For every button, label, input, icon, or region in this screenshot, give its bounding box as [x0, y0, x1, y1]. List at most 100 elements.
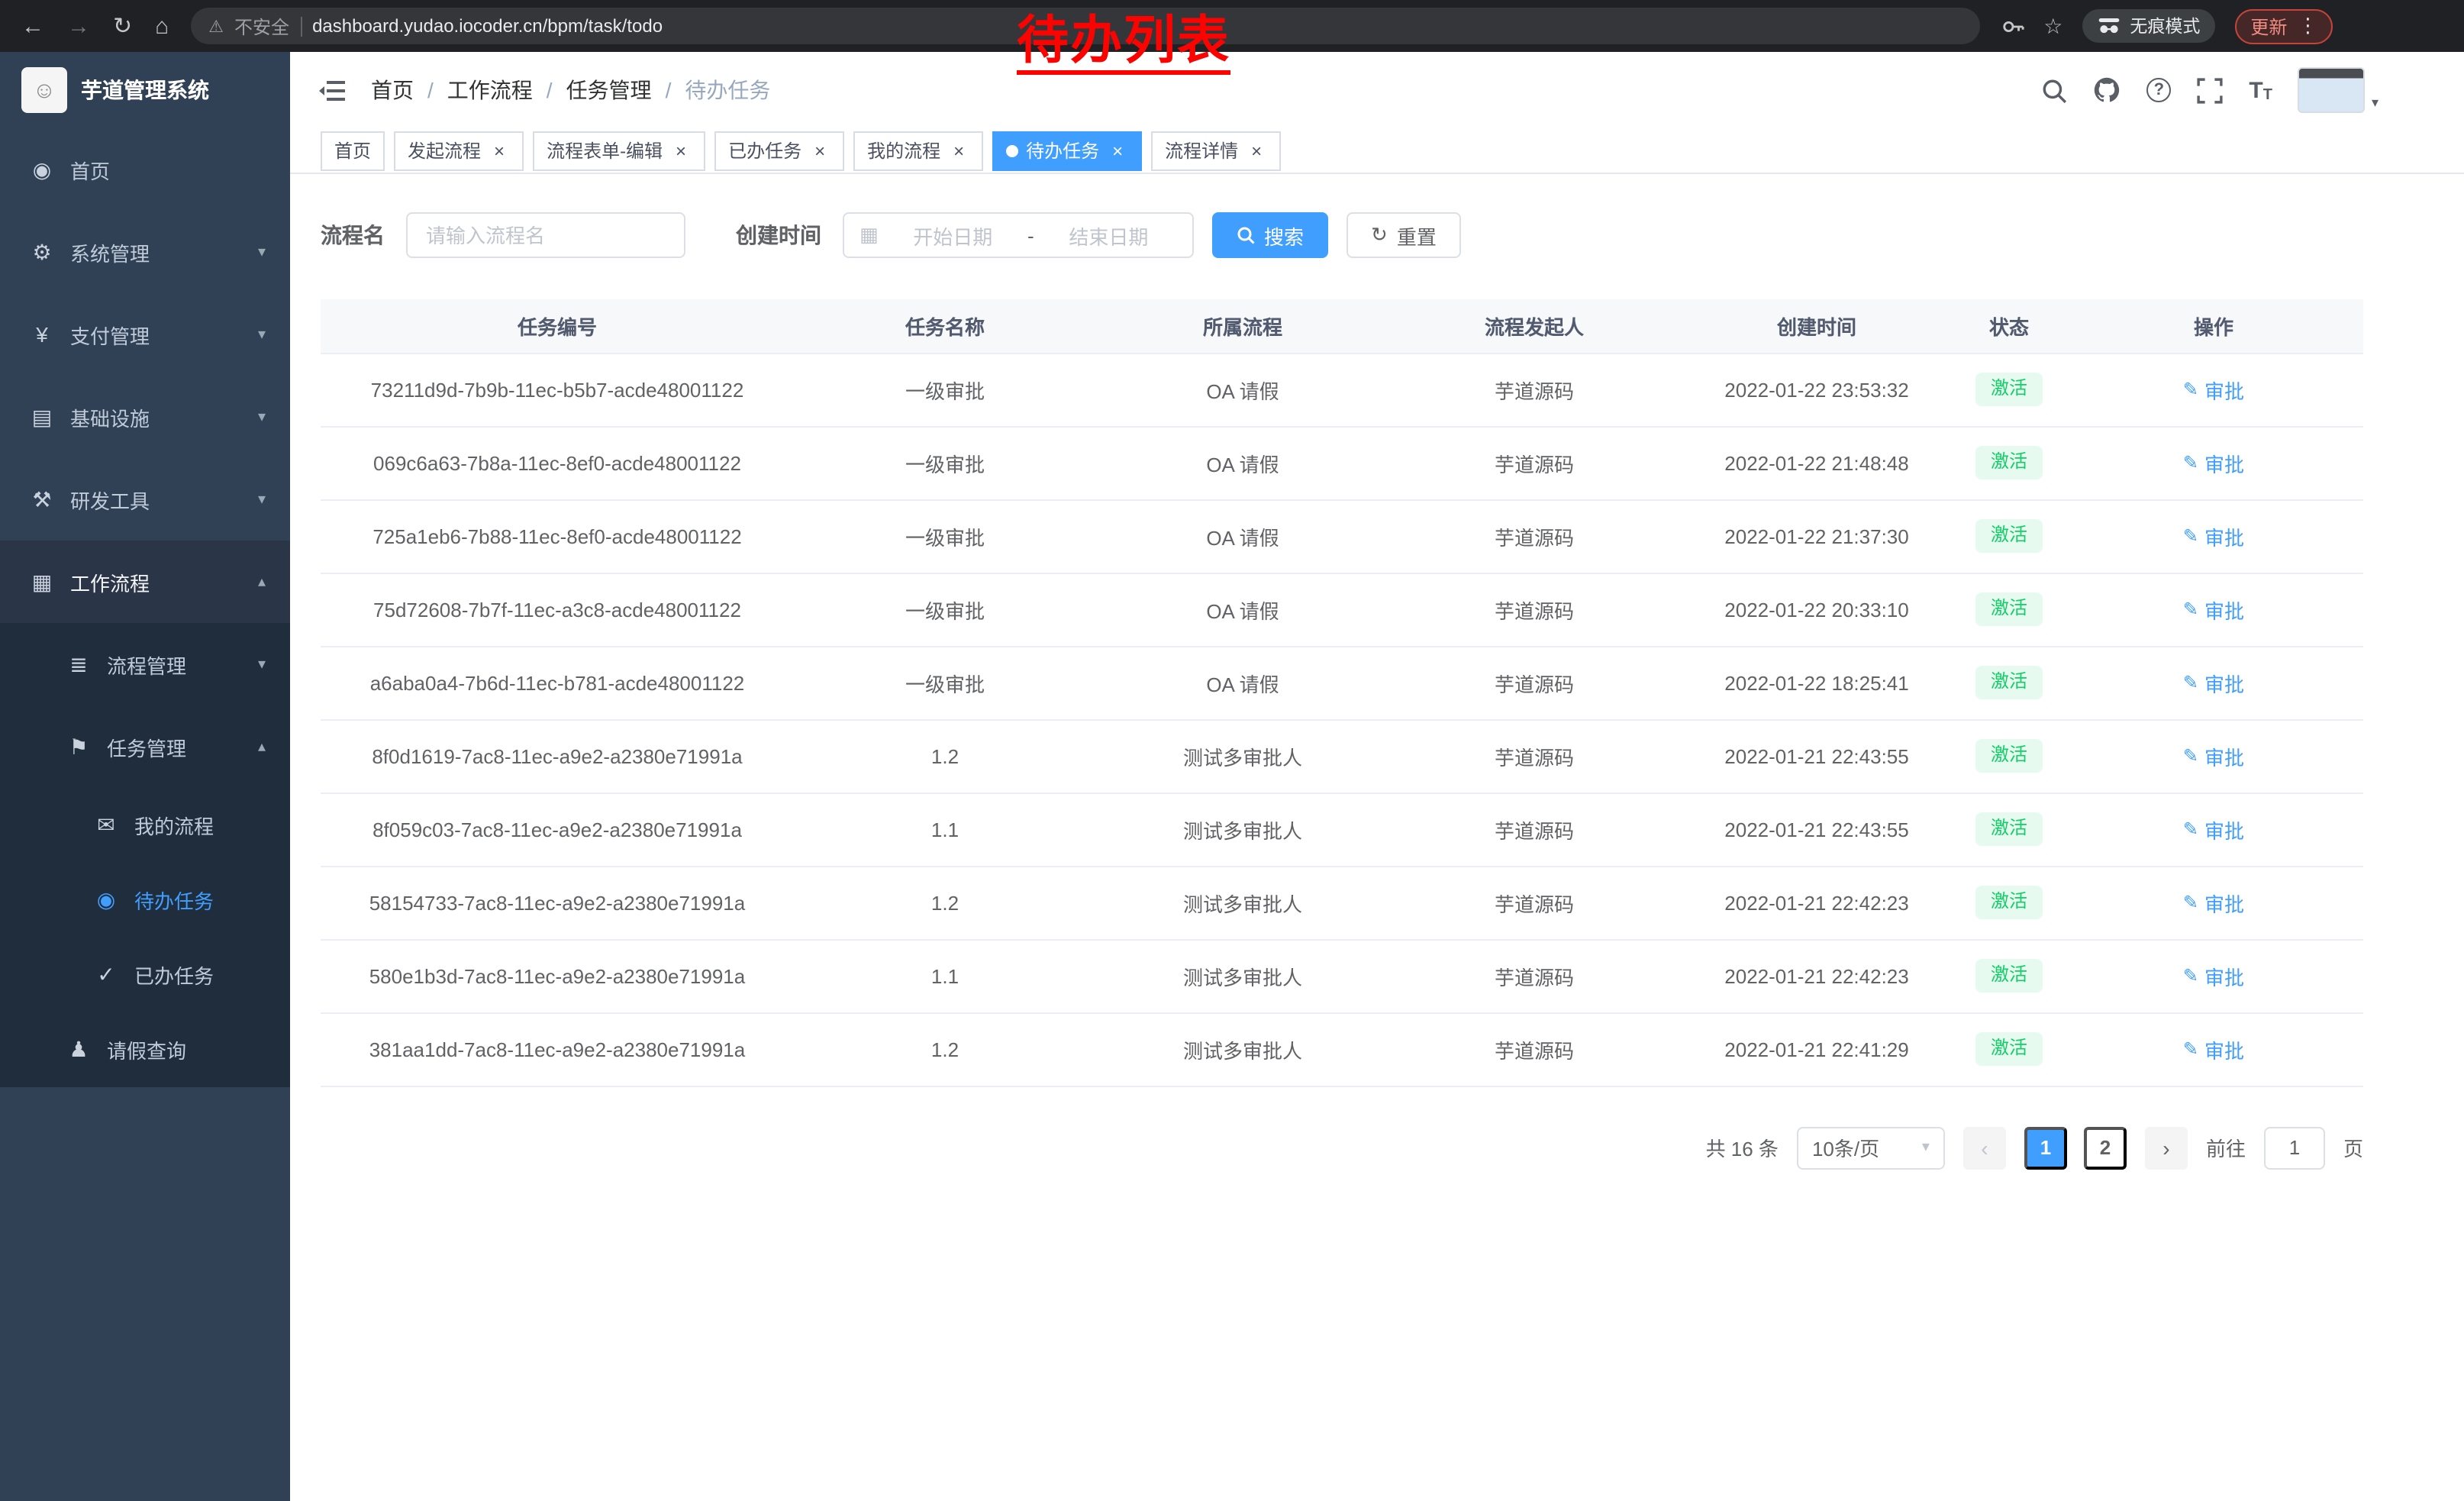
cell-task-id: a6aba0a4-7b6d-11ec-b781-acde48001122	[321, 646, 794, 719]
close-tab-icon[interactable]: ×	[489, 140, 510, 161]
github-icon[interactable]	[2093, 76, 2121, 104]
approve-link[interactable]: ✎审批	[2183, 521, 2244, 550]
sidebar-item-home[interactable]: ◉ 首页	[0, 128, 290, 211]
breadcrumb-item[interactable]: 任务管理	[566, 75, 652, 105]
bookmark-star-icon[interactable]: ☆	[2043, 13, 2062, 39]
update-button[interactable]: 更新 ⋮	[2235, 8, 2333, 44]
tab-1[interactable]: 发起流程×	[394, 131, 524, 170]
sidebar-item-label: 任务管理	[107, 732, 186, 761]
cell-task-name: 一级审批	[794, 426, 1096, 499]
tab-5[interactable]: 待办任务 ×	[992, 131, 1142, 170]
sidebar-item-todo-task[interactable]: ◉ 待办任务	[0, 863, 290, 938]
sidebar-fold-icon[interactable]	[318, 79, 345, 102]
dashboard-icon: ◉	[27, 157, 56, 182]
close-tab-icon[interactable]: ×	[948, 140, 969, 161]
help-icon[interactable]: ?	[2146, 78, 2171, 102]
tab-label: 待办任务	[1026, 137, 1099, 163]
back-icon[interactable]: ←	[21, 13, 44, 39]
approve-link[interactable]: ✎审批	[2183, 888, 2244, 917]
next-page-button[interactable]: ›	[2145, 1126, 2188, 1169]
status-badge: 激活	[1975, 373, 2043, 405]
font-size-icon[interactable]: TT	[2249, 77, 2272, 103]
cell-task-id: 8f059c03-7ac8-11ec-a9e2-a2380e71991a	[321, 792, 794, 866]
close-tab-icon[interactable]: ×	[1246, 140, 1267, 161]
col-action: 操作	[2064, 299, 2363, 353]
browser-menu-icon[interactable]: ⋮	[2298, 14, 2317, 38]
process-name-input[interactable]	[406, 212, 685, 258]
breadcrumb-item[interactable]: 首页	[371, 75, 414, 105]
goto-page-input[interactable]	[2264, 1126, 2325, 1169]
cell-initiator: 芋道源码	[1389, 573, 1679, 646]
approve-link[interactable]: ✎审批	[2183, 375, 2244, 404]
tab-0[interactable]: 首页	[321, 131, 385, 170]
cell-task-id: 8f0d1619-7ac8-11ec-a9e2-a2380e71991a	[321, 719, 794, 792]
approve-link[interactable]: ✎审批	[2183, 448, 2244, 477]
date-range-picker[interactable]: ▦ 开始日期 - 结束日期	[843, 212, 1194, 258]
approve-link[interactable]: ✎审批	[2183, 668, 2244, 697]
search-button[interactable]: 搜索	[1212, 212, 1328, 258]
edit-icon: ✎	[2183, 452, 2198, 473]
sidebar-item-process-mgmt[interactable]: ≣ 流程管理 ▾	[0, 623, 290, 705]
approve-link[interactable]: ✎审批	[2183, 595, 2244, 624]
home-icon[interactable]: ⌂	[155, 13, 169, 39]
chevron-up-icon: ▴	[258, 573, 266, 590]
sidebar-item-task-mgmt[interactable]: ⚑ 任务管理 ▴	[0, 705, 290, 788]
cell-status: 激活	[1954, 792, 2064, 866]
approve-link[interactable]: ✎ 审批	[2183, 815, 2244, 844]
breadcrumb-item[interactable]: 工作流程	[447, 75, 533, 105]
edit-icon: ✎	[2183, 818, 2198, 840]
tab-label: 我的流程	[867, 137, 940, 163]
forward-icon[interactable]: →	[67, 13, 90, 39]
reset-button[interactable]: ↻ 重置	[1346, 212, 1461, 258]
close-tab-icon[interactable]: ×	[670, 140, 692, 161]
sidebar-item-leave-query[interactable]: ♟ 请假查询	[0, 1012, 290, 1087]
sidebar-item-done-task[interactable]: ✓ 已办任务	[0, 938, 290, 1012]
approve-link[interactable]: ✎审批	[2183, 741, 2244, 770]
tab-label: 已办任务	[728, 137, 801, 163]
page-number-2[interactable]: 2	[2084, 1126, 2127, 1169]
page-size-select[interactable]: 10条/页 ▾	[1797, 1126, 1945, 1169]
close-tab-icon[interactable]: ×	[809, 140, 830, 161]
tab-3[interactable]: 已办任务 ×	[714, 131, 844, 170]
tab-4[interactable]: 我的流程 ×	[853, 131, 983, 170]
cell-task-name: 1.1	[794, 792, 1096, 866]
approve-link[interactable]: ✎审批	[2183, 1035, 2244, 1064]
edit-icon: ✎	[2183, 892, 2198, 913]
start-date-placeholder[interactable]: 开始日期	[885, 221, 1021, 250]
approve-link[interactable]: ✎审批	[2183, 961, 2244, 990]
goto-label: 前往	[2206, 1133, 2246, 1162]
tab-2[interactable]: 流程表单-编辑×	[533, 131, 705, 170]
cell-process: OA 请假	[1096, 426, 1389, 499]
sidebar-item-payment[interactable]: ¥ 支付管理 ▾	[0, 293, 290, 376]
cell-task-name: 一级审批	[794, 353, 1096, 426]
approve-link-label: 审批	[2204, 815, 2244, 844]
tools-icon: ⚒	[27, 486, 56, 512]
sidebar-item-label: 流程管理	[107, 650, 186, 679]
sidebar-item-my-process[interactable]: ✉ 我的流程	[0, 788, 290, 863]
sidebar-item-devtools[interactable]: ⚒ 研发工具 ▾	[0, 458, 290, 541]
key-icon[interactable]	[2001, 15, 2024, 37]
sidebar-item-workflow[interactable]: ▦ 工作流程 ▴	[0, 541, 290, 623]
cell-initiator: 芋道源码	[1389, 353, 1679, 426]
cell-process: OA 请假	[1096, 353, 1389, 426]
page-unit-label: 页	[2343, 1133, 2363, 1162]
user-avatar[interactable]: ▾	[2298, 67, 2379, 113]
sidebar-item-system[interactable]: ⚙ 系统管理 ▾	[0, 211, 290, 293]
close-tab-icon[interactable]: ×	[1107, 140, 1128, 161]
table-row: 381aa1dd-7ac8-11ec-a9e2-a2380e71991a1.2测…	[321, 1012, 2363, 1086]
page-number-1[interactable]: 1	[2024, 1126, 2067, 1169]
cell-task-id: 75d72608-7b7f-11ec-a3c8-acde48001122	[321, 573, 794, 646]
cell-initiator: 芋道源码	[1389, 719, 1679, 792]
tab-6[interactable]: 流程详情×	[1151, 131, 1281, 170]
search-icon[interactable]	[2041, 77, 2067, 103]
flag-icon: ⚑	[64, 734, 93, 760]
reload-icon[interactable]: ↻	[113, 12, 132, 40]
browser-toolbar: ← → ↻ ⌂ ⚠ 不安全 dashboard.yudao.iocoder.cn…	[0, 0, 2464, 52]
annotation-text: 待办列表	[1017, 15, 1230, 74]
security-label[interactable]: 不安全	[234, 13, 289, 39]
chevron-up-icon: ▴	[258, 738, 266, 755]
fullscreen-icon[interactable]	[2197, 77, 2223, 103]
end-date-placeholder[interactable]: 结束日期	[1040, 221, 1177, 250]
sidebar-item-infra[interactable]: ▤ 基础设施 ▾	[0, 376, 290, 458]
prev-page-button[interactable]: ‹	[1963, 1126, 2006, 1169]
